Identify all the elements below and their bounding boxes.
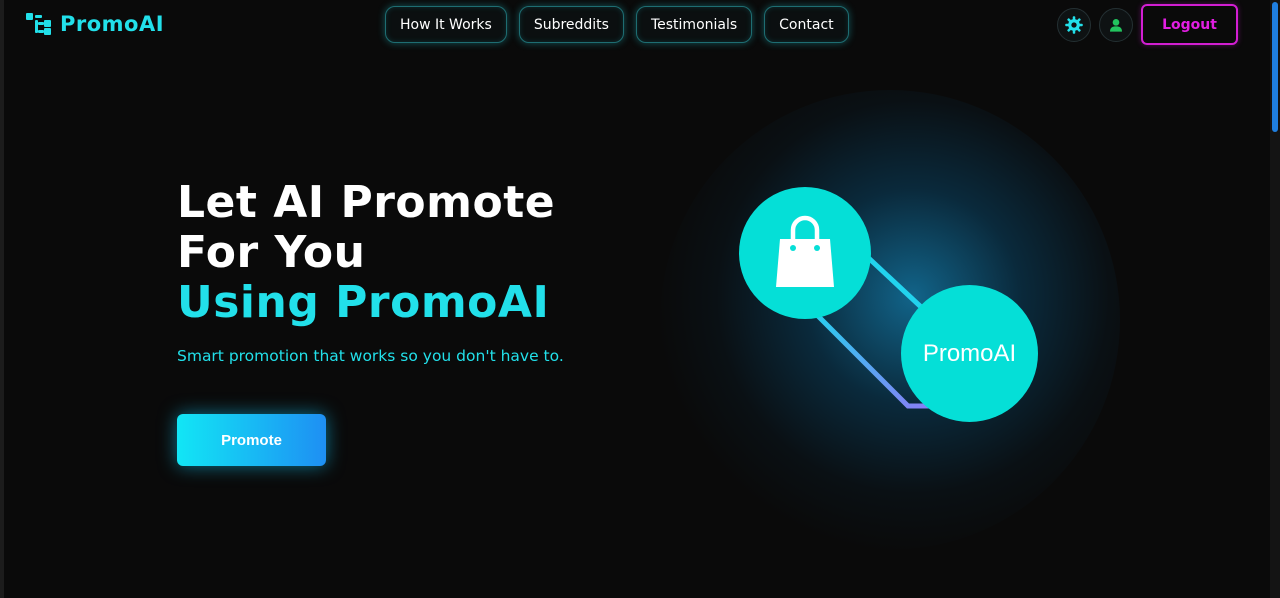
profile-button[interactable]	[1099, 7, 1133, 42]
hero-title-accent: Using PromoAI	[177, 277, 550, 328]
page-scrollbar[interactable]	[1270, 0, 1280, 598]
brand-logo[interactable]: PromoAI	[26, 12, 164, 36]
promoai-node: PromoAI	[901, 285, 1038, 422]
logout-button[interactable]: Logout	[1141, 4, 1238, 45]
hero-title-line-2: For You	[177, 227, 366, 278]
gear-icon	[1065, 15, 1083, 34]
illustration-glow	[660, 90, 1120, 550]
window-edge	[0, 0, 4, 598]
nav-link-testimonials[interactable]: Testimonials	[635, 6, 753, 43]
brand-name: PromoAI	[60, 12, 165, 36]
nav-link-contact[interactable]: Contact	[764, 6, 849, 43]
nav-actions: Logout	[1057, 4, 1238, 45]
hero-title: Let AI Promote For You Using PromoAI	[177, 178, 555, 328]
network-logo-icon	[26, 12, 52, 36]
nav-link-subreddits[interactable]: Subreddits	[518, 6, 624, 43]
main-nav: How It Works Subreddits Testimonials Con…	[385, 6, 849, 43]
scrollbar-thumb[interactable]	[1272, 2, 1278, 132]
shopping-bag-icon	[776, 215, 834, 287]
shopping-node	[739, 187, 871, 319]
hero-subtitle: Smart promotion that works so you don't …	[177, 347, 564, 365]
top-navbar: PromoAI How It Works Subreddits Testimon…	[0, 0, 1268, 50]
promote-button[interactable]: Promote	[177, 414, 326, 466]
hero-title-line-1: Let AI Promote	[177, 177, 556, 228]
settings-button[interactable]	[1057, 7, 1091, 42]
nav-link-how-it-works[interactable]: How It Works	[385, 6, 507, 43]
user-icon	[1110, 18, 1122, 32]
promoai-node-label: PromoAI	[922, 339, 1017, 367]
